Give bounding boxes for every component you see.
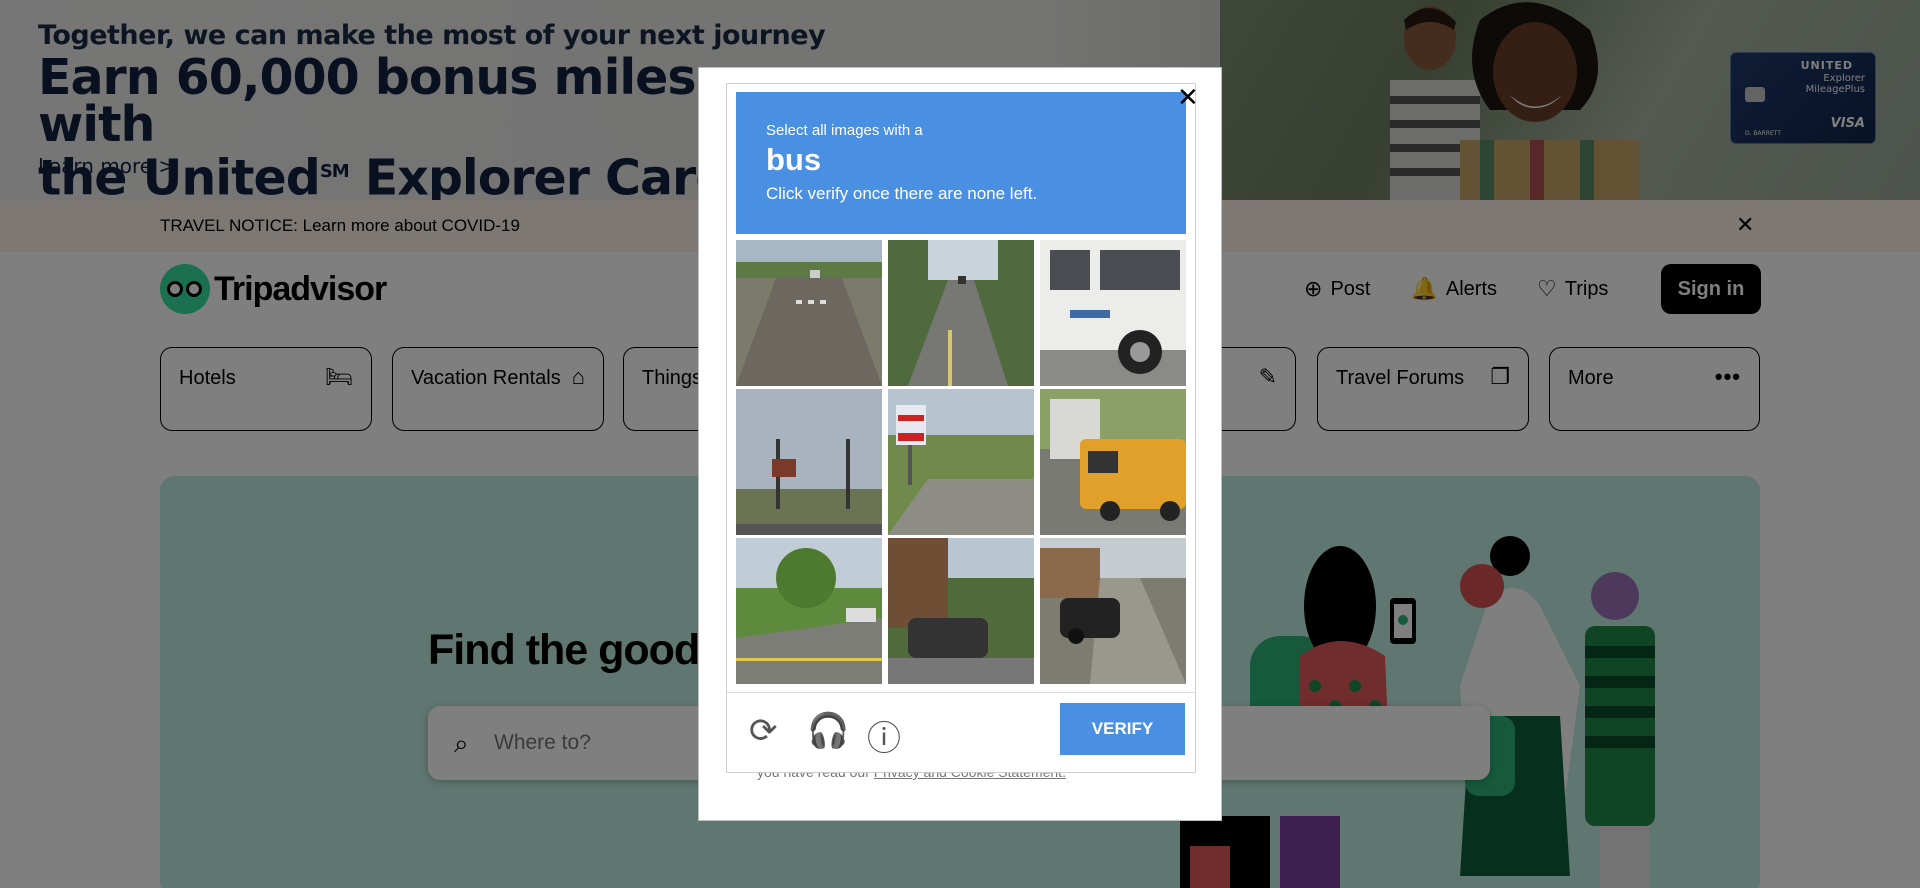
verify-button[interactable]: VERIFY [1060,703,1185,755]
captcha-controls: ⟳ 🎧 ⓘ VERIFY [727,692,1195,772]
captcha-prompt: Select all images with a bus Click verif… [736,92,1186,234]
captcha-tile-8[interactable] [888,538,1034,684]
captcha-tile-2[interactable] [888,240,1034,386]
captcha-tile-5[interactable] [888,389,1034,535]
captcha-image-grid [736,240,1186,684]
page-root: Together, we can make the most of your n… [0,0,1920,888]
captcha-target: bus [766,142,822,177]
reload-icon[interactable]: ⟳ [749,711,778,751]
captcha-tile-3[interactable] [1040,240,1186,386]
captcha-tile-7[interactable] [736,538,882,684]
captcha-note: Click verify once there are none left. [766,184,1038,203]
captcha-instruction: Select all images with a [766,122,923,139]
captcha-challenge: Select all images with a bus Click verif… [726,83,1196,773]
captcha-tile-6[interactable] [1040,389,1186,535]
captcha-modal: you have read our Privacy and Cookie Sta… [698,67,1222,821]
captcha-tile-9[interactable] [1040,538,1186,684]
captcha-tile-4[interactable] [736,389,882,535]
close-icon[interactable]: ✕ [1177,82,1199,113]
info-icon[interactable]: ⓘ [867,711,901,760]
headphones-icon[interactable]: 🎧 [807,711,849,751]
captcha-tile-1[interactable] [736,240,882,386]
